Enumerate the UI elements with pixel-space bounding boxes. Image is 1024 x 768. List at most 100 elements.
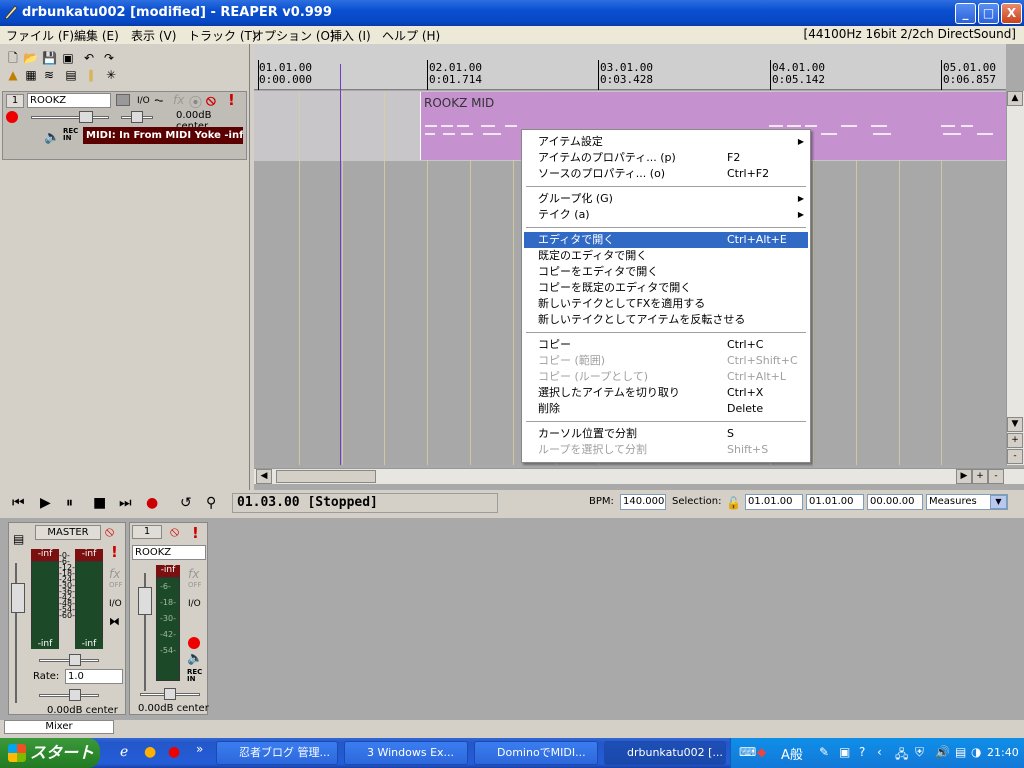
mute-icon[interactable]: ⦸: [206, 91, 216, 109]
volume-tray-icon[interactable]: 🔊: [935, 745, 950, 759]
envelope-icon[interactable]: ⏦: [154, 93, 164, 108]
mixer-track-name[interactable]: ROOKZ: [132, 545, 206, 560]
zoom-in-vertical-icon[interactable]: +: [1007, 433, 1023, 448]
menu-options[interactable]: オプション (O): [252, 27, 335, 44]
master-settings-icon[interactable]: ▤: [13, 532, 24, 546]
item-lock-icon[interactable]: ▤: [64, 68, 78, 82]
master-pan-slider[interactable]: [69, 654, 81, 666]
context-menu-item[interactable]: テイク (a) ▶: [524, 207, 808, 223]
mixer-tab[interactable]: Mixer: [4, 720, 114, 734]
mixer-track-pan-slider[interactable]: [164, 688, 176, 700]
context-menu-item[interactable]: アイテム設定 ▶: [524, 134, 808, 150]
menu-track[interactable]: トラック (T): [188, 27, 257, 44]
rate-field[interactable]: 1.0: [65, 669, 123, 684]
ime-mode[interactable]: A般: [781, 744, 803, 763]
tray-app-icon[interactable]: ◆: [757, 745, 766, 759]
selection-end-field[interactable]: 01.01.00: [806, 494, 864, 510]
chevron-down-icon[interactable]: ▼: [990, 495, 1007, 509]
tray-expand-icon[interactable]: ‹: [877, 745, 882, 759]
context-menu-item[interactable]: 新しいテイクとしてFXを適用する: [524, 296, 808, 312]
context-menu-item[interactable]: カーソル位置で分割 S: [524, 426, 808, 442]
context-menu-item[interactable]: コピー Ctrl+C: [524, 337, 808, 353]
tray-misc-icon[interactable]: ◑: [971, 745, 981, 759]
taskbar-item-active[interactable]: drbunkatu002 [...: [604, 741, 726, 765]
context-menu-item[interactable]: 選択したアイテムを切り取り Ctrl+X: [524, 385, 808, 401]
master-solo-icon[interactable]: !: [111, 543, 118, 561]
ime-pad-icon[interactable]: ▣: [839, 745, 850, 759]
display-icon[interactable]: ▤: [955, 745, 966, 759]
fx-button[interactable]: fx: [173, 93, 184, 107]
mixer-speaker-icon[interactable]: 🔈: [187, 651, 203, 666]
project-settings-icon[interactable]: ▣: [61, 51, 75, 65]
scroll-right-icon[interactable]: ▶: [956, 469, 972, 484]
mixer-track-mute-icon[interactable]: ⦸: [170, 524, 179, 540]
context-menu-item[interactable]: 新しいテイクとしてアイテムを反転させる: [524, 312, 808, 328]
stop-icon[interactable]: ■: [93, 496, 106, 510]
menu-file[interactable]: ファイル (F): [6, 27, 74, 44]
ie-quicklaunch-icon[interactable]: ℯ: [120, 744, 128, 760]
mixer-track-solo-icon[interactable]: !: [192, 524, 199, 542]
crossfade-icon[interactable]: ✳: [104, 68, 118, 82]
context-menu-item[interactable]: コピーをエディタで開く: [524, 264, 808, 280]
play-icon[interactable]: ▶: [40, 496, 51, 510]
bpm-field[interactable]: 140.000: [620, 494, 666, 510]
context-menu-item[interactable]: アイテムのプロパティ... (p) F2: [524, 150, 808, 166]
timeline-ruler[interactable]: 01.01.00 0:00.000 02.01.00 0:01.714 03.01.…: [254, 44, 1006, 90]
scroll-down-icon[interactable]: ▼: [1007, 417, 1023, 432]
selection-length-field[interactable]: 00.00.00: [867, 494, 923, 510]
quicklaunch-expand-icon[interactable]: »: [196, 742, 203, 756]
ripple-edit-icon[interactable]: ≋: [42, 68, 56, 82]
undo-icon[interactable]: ↶: [82, 51, 96, 65]
restore-button[interactable]: □: [978, 3, 999, 24]
context-menu-item[interactable]: 既定のエディタで開く: [524, 248, 808, 264]
menu-help[interactable]: ヘルプ (H): [382, 27, 440, 44]
mixer-rec-input-label[interactable]: REC IN: [187, 669, 203, 683]
vertical-scrollbar[interactable]: ▲ ▼ + -: [1006, 91, 1024, 465]
horizontal-scroll-thumb[interactable]: [276, 470, 376, 483]
solo-icon[interactable]: !: [228, 91, 235, 109]
repeat-icon[interactable]: ↺: [180, 496, 192, 510]
mixer-track-io-button[interactable]: I/O: [188, 599, 201, 609]
context-menu-item[interactable]: グループ化 (G) ▶: [524, 191, 808, 207]
metronome-icon[interactable]: ▲: [6, 68, 20, 82]
redo-icon[interactable]: ↷: [102, 51, 116, 65]
horizontal-scrollbar[interactable]: ◀ ▶ + -: [254, 468, 1024, 484]
scroll-left-icon[interactable]: ◀: [256, 469, 272, 484]
track-name-field[interactable]: ROOKZ: [27, 93, 111, 108]
ime-help-icon[interactable]: ?: [859, 745, 865, 759]
scroll-up-icon[interactable]: ▲: [1007, 91, 1023, 106]
ime-tools-icon[interactable]: ✎: [819, 745, 829, 759]
pan-slider[interactable]: [131, 111, 143, 123]
zoom-in-horizontal-icon[interactable]: +: [972, 469, 988, 484]
master-io-button[interactable]: I/O: [109, 599, 122, 609]
taskbar-item[interactable]: DominoでMIDI...: [474, 741, 598, 765]
close-button[interactable]: X: [1001, 3, 1022, 24]
master-mono-stereo-icon[interactable]: ⧓: [109, 615, 120, 628]
record-input-selector[interactable]: MIDI: In From MIDI Yoke -inf: [83, 127, 243, 144]
volume-slider[interactable]: [79, 111, 93, 123]
rec-input-label[interactable]: REC IN: [63, 128, 79, 142]
folder-icon[interactable]: [116, 94, 130, 106]
menu-edit[interactable]: 編集 (E): [74, 27, 119, 44]
new-file-icon[interactable]: 🗋: [6, 51, 20, 65]
grid-snap-icon[interactable]: ▦: [24, 68, 38, 82]
record-icon[interactable]: ●: [146, 496, 158, 510]
master-fader[interactable]: [11, 583, 25, 613]
context-menu-item[interactable]: コピーを既定のエディタで開く: [524, 280, 808, 296]
mixer-track-fx-button[interactable]: fx: [188, 567, 199, 581]
context-menu-item[interactable]: 削除 Delete: [524, 401, 808, 417]
zoom-out-horizontal-icon[interactable]: -: [988, 469, 1004, 484]
taskbar-item[interactable]: 忍者ブログ 管理...: [216, 741, 338, 765]
network-icon[interactable]: 🖧: [895, 745, 908, 766]
metronome-toggle-icon[interactable]: ⚲: [206, 496, 216, 510]
minimize-button[interactable]: _: [955, 3, 976, 24]
keyboard-icon[interactable]: ⌨: [739, 745, 756, 759]
menu-insert[interactable]: 挿入 (I): [330, 27, 371, 44]
zoom-out-vertical-icon[interactable]: -: [1007, 449, 1023, 464]
record-arm-icon[interactable]: [6, 111, 18, 123]
rate-slider[interactable]: [69, 689, 81, 701]
start-button[interactable]: スタート: [0, 738, 100, 768]
mixer-track-fader[interactable]: [138, 587, 152, 615]
pause-icon[interactable]: ⏸: [66, 496, 73, 510]
selection-start-field[interactable]: 01.01.00: [745, 494, 803, 510]
